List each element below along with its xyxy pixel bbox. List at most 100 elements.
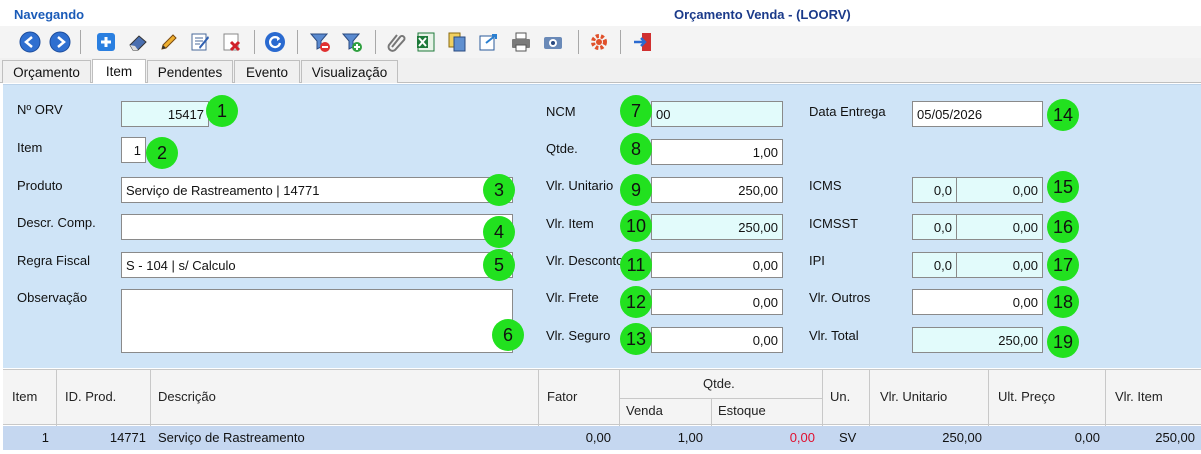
settings-icon[interactable] <box>586 29 612 55</box>
label-vlr-item: Vlr. Item <box>546 216 594 231</box>
add-icon[interactable] <box>93 29 119 55</box>
cell-descricao: Serviço de Rastreamento <box>158 430 305 445</box>
edit-form-icon[interactable] <box>187 29 213 55</box>
print-icon[interactable] <box>508 29 534 55</box>
exit-icon[interactable] <box>630 29 656 55</box>
col-estoque-header[interactable]: Estoque <box>718 403 766 418</box>
regra-fiscal-field[interactable]: S - 104 | s/ Calculo <box>121 252 513 278</box>
icmsst-pct-field[interactable]: 0,0 <box>912 214 957 240</box>
badge-6: 6 <box>492 319 524 351</box>
edit-pencil-icon[interactable] <box>156 29 182 55</box>
label-descr-comp: Descr. Comp. <box>17 215 96 230</box>
label-ipi: IPI <box>809 253 825 268</box>
observacao-field[interactable] <box>121 289 513 353</box>
label-vlr-frete: Vlr. Frete <box>546 290 599 305</box>
badge-15: 15 <box>1047 171 1079 203</box>
tab-item[interactable]: Item <box>92 59 146 83</box>
badge-8: 8 <box>620 133 652 165</box>
toolbar <box>0 26 1201 58</box>
col-qtde-header: Qtde. <box>703 376 735 391</box>
vlr-item-field[interactable]: 250,00 <box>651 214 783 240</box>
vlr-seguro-field[interactable]: 0,00 <box>651 327 783 353</box>
label-item: Item <box>17 140 43 155</box>
toolbar-separator <box>578 30 579 54</box>
badge-7: 7 <box>620 95 652 127</box>
tab-evento[interactable]: Evento <box>234 60 300 83</box>
icmsst-val-field[interactable]: 0,00 <box>956 214 1043 240</box>
label-vlr-outros: Vlr. Outros <box>809 290 871 305</box>
produto-field[interactable]: Serviço de Rastreamento | 14771 <box>121 177 513 203</box>
refresh-icon[interactable] <box>262 29 288 55</box>
icms-pct-field[interactable]: 0,0 <box>912 177 957 203</box>
badge-14: 14 <box>1047 99 1079 131</box>
badge-19: 19 <box>1047 326 1079 358</box>
badge-4: 4 <box>483 216 515 248</box>
copy-icon[interactable] <box>444 29 470 55</box>
toolbar-separator <box>254 30 255 54</box>
cell-vlr-item: 250,00 <box>1155 430 1195 445</box>
tab-orcamento[interactable]: Orçamento <box>2 60 91 83</box>
excel-icon[interactable] <box>413 29 439 55</box>
items-grid[interactable]: Item ID. Prod. Descrição Fator Qtde. Ven… <box>3 369 1201 454</box>
cell-un: SV <box>839 430 857 445</box>
col-descricao-header[interactable]: Descrição <box>158 389 216 404</box>
preview-icon[interactable] <box>540 29 566 55</box>
vlr-desconto-field[interactable]: 0,00 <box>651 252 783 278</box>
badge-18: 18 <box>1047 286 1079 318</box>
col-vlr-item-header[interactable]: Vlr. Item <box>1115 389 1163 404</box>
col-vlr-unitario-header[interactable]: Vlr. Unitario <box>880 389 947 404</box>
nav-back-icon[interactable] <box>17 29 43 55</box>
label-norv: Nº ORV <box>17 102 63 117</box>
item-field[interactable]: 1 <box>121 137 146 163</box>
ipi-pct-field[interactable]: 0,0 <box>912 252 957 278</box>
vlr-outros-field[interactable]: 0,00 <box>912 289 1043 315</box>
icms-val-field[interactable]: 0,00 <box>956 177 1043 203</box>
nav-forward-icon[interactable] <box>47 29 73 55</box>
vlr-total-field[interactable]: 250,00 <box>912 327 1043 353</box>
grid-header: Item ID. Prod. Descrição Fator Qtde. Ven… <box>3 369 1201 426</box>
filter-add-icon[interactable] <box>339 29 365 55</box>
toolbar-separator <box>375 30 376 54</box>
tab-pendentes[interactable]: Pendentes <box>147 60 233 83</box>
label-vlr-desconto: Vlr. Desconto <box>546 253 624 268</box>
qtde-field[interactable]: 1,00 <box>651 139 783 165</box>
col-un-header[interactable]: Un. <box>830 389 850 404</box>
toolbar-separator <box>80 30 81 54</box>
badge-1: 1 <box>206 95 238 127</box>
data-entrega-field[interactable]: 05/05/2026 <box>912 101 1043 127</box>
eraser-icon[interactable] <box>125 29 151 55</box>
badge-10: 10 <box>620 210 652 242</box>
table-row[interactable]: 1 14771 Serviço de Rastreamento 0,00 1,0… <box>3 426 1201 450</box>
filter-remove-icon[interactable] <box>307 29 333 55</box>
col-item-header[interactable]: Item <box>12 389 37 404</box>
badge-2: 2 <box>146 137 178 169</box>
col-idprod-header[interactable]: ID. Prod. <box>65 389 116 404</box>
ipi-val-field[interactable]: 0,00 <box>956 252 1043 278</box>
label-regra-fiscal: Regra Fiscal <box>17 253 90 268</box>
vlr-unitario-field[interactable]: 250,00 <box>651 177 783 203</box>
toolbar-separator <box>297 30 298 54</box>
col-ult-preco-header[interactable]: Ult. Preço <box>998 389 1055 404</box>
ncm-field[interactable]: 00 <box>651 101 783 127</box>
col-venda-header[interactable]: Venda <box>626 403 663 418</box>
badge-11: 11 <box>620 249 652 281</box>
col-fator-header[interactable]: Fator <box>547 389 577 404</box>
label-data-entrega: Data Entrega <box>809 104 886 119</box>
export-icon[interactable] <box>476 29 502 55</box>
item-form: Nº ORV 15417 1 Item 1 2 Produto Serviço … <box>3 84 1201 368</box>
descr-comp-field[interactable] <box>121 214 513 240</box>
label-qtde: Qtde. <box>546 141 578 156</box>
attach-icon[interactable] <box>383 29 409 55</box>
label-vlr-unitario: Vlr. Unitario <box>546 178 614 193</box>
tab-visualizacao[interactable]: Visualização <box>301 60 398 83</box>
label-produto: Produto <box>17 178 63 193</box>
delete-icon[interactable] <box>219 29 245 55</box>
badge-16: 16 <box>1047 211 1079 243</box>
label-vlr-total: Vlr. Total <box>809 328 859 343</box>
window-title: Orçamento Venda - (LOORV) <box>674 7 851 22</box>
vlr-frete-field[interactable]: 0,00 <box>651 289 783 315</box>
badge-17: 17 <box>1047 249 1079 281</box>
label-ncm: NCM <box>546 104 576 119</box>
norv-field[interactable]: 15417 <box>121 101 209 127</box>
cell-estoque: 0,00 <box>789 430 815 445</box>
